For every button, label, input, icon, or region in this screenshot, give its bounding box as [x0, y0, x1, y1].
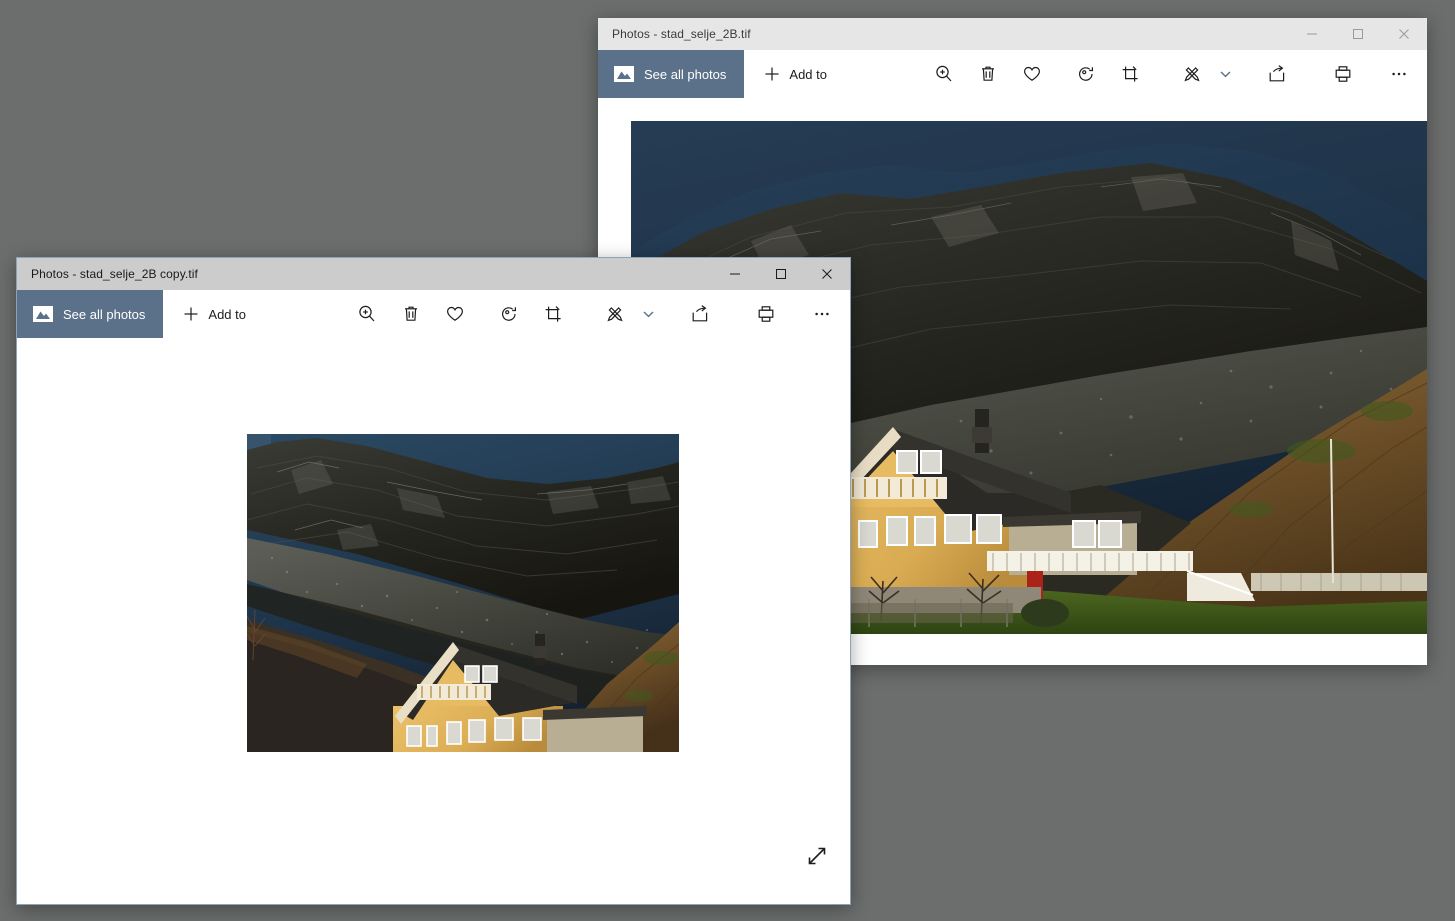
more-icon [1392, 72, 1406, 76]
see-all-photos-label: See all photos [644, 66, 727, 82]
add-to-button[interactable]: Add to [163, 290, 260, 338]
photos-library-icon [33, 306, 53, 322]
chevron-down-icon [1220, 71, 1231, 78]
photo-artwork [247, 434, 679, 752]
edit-create-icon [1184, 67, 1200, 82]
print-icon [758, 306, 774, 322]
zoom-icon [359, 305, 375, 322]
share-icon [692, 305, 708, 322]
edit-create-icon [607, 307, 623, 322]
share-button[interactable] [678, 290, 722, 338]
print-icon [1335, 66, 1351, 82]
see-all-photos-label: See all photos [63, 306, 146, 322]
window-title: Photos - stad_selje_2B.tif [612, 27, 751, 41]
maximize-icon [776, 269, 786, 279]
close-button[interactable] [1381, 18, 1427, 50]
maximize-button[interactable] [758, 258, 804, 290]
zoom-icon [936, 65, 952, 82]
zoom-button[interactable] [345, 290, 389, 338]
plus-icon [184, 307, 198, 321]
more-button[interactable] [1377, 50, 1421, 98]
close-icon [822, 269, 832, 279]
plus-icon [765, 67, 779, 81]
maximize-button[interactable] [1335, 18, 1381, 50]
crop-button[interactable] [531, 290, 575, 338]
zoom-button[interactable] [922, 50, 966, 98]
photo-image-front[interactable] [247, 434, 679, 752]
favorite-button[interactable] [1010, 50, 1054, 98]
rotate-icon [502, 307, 516, 321]
rotate-button[interactable] [487, 290, 531, 338]
edit-create-chevron[interactable] [1218, 50, 1231, 98]
add-to-label: Add to [789, 66, 827, 82]
close-button[interactable] [804, 258, 850, 290]
toolbar-back: See all photos Add to [598, 50, 1427, 98]
delete-button[interactable] [389, 290, 433, 338]
crop-icon [1122, 66, 1138, 82]
expand-button-front[interactable] [800, 839, 834, 873]
share-button[interactable] [1255, 50, 1299, 98]
window-controls [1289, 18, 1427, 50]
delete-icon [982, 66, 994, 81]
expand-icon [808, 847, 826, 865]
crop-icon [545, 306, 561, 322]
titlebar-back[interactable]: Photos - stad_selje_2B.tif [598, 18, 1427, 50]
edit-create-chevron[interactable] [641, 290, 654, 338]
crop-button[interactable] [1108, 50, 1152, 98]
photo-viewer-front[interactable] [17, 338, 850, 904]
window-title: Photos - stad_selje_2B copy.tif [31, 267, 198, 281]
window-controls [712, 258, 850, 290]
toolbar-front: See all photos Add to [17, 290, 850, 338]
photos-library-icon [614, 66, 634, 82]
edit-create-button[interactable] [1166, 50, 1218, 98]
minimize-icon [730, 273, 740, 275]
rotate-icon [1079, 67, 1093, 81]
more-icon [815, 312, 829, 316]
maximize-icon [1353, 29, 1363, 39]
chevron-down-icon [643, 311, 654, 318]
delete-icon [405, 306, 417, 321]
titlebar-front[interactable]: Photos - stad_selje_2B copy.tif [17, 258, 850, 290]
print-button[interactable] [1321, 50, 1365, 98]
share-icon [1269, 65, 1285, 82]
minimize-button[interactable] [1289, 18, 1335, 50]
close-icon [1399, 29, 1409, 39]
rotate-button[interactable] [1064, 50, 1108, 98]
minimize-button[interactable] [712, 258, 758, 290]
photos-window-front[interactable]: Photos - stad_selje_2B copy.tif See all … [16, 257, 851, 905]
favorite-icon [1023, 66, 1041, 81]
add-to-label: Add to [208, 306, 246, 322]
edit-create-button[interactable] [589, 290, 641, 338]
print-button[interactable] [744, 290, 788, 338]
favorite-icon [446, 306, 464, 321]
see-all-photos-button[interactable]: See all photos [598, 50, 745, 98]
minimize-icon [1307, 33, 1317, 35]
more-button[interactable] [800, 290, 844, 338]
see-all-photos-button[interactable]: See all photos [17, 290, 164, 338]
favorite-button[interactable] [433, 290, 477, 338]
delete-button[interactable] [966, 50, 1010, 98]
add-to-button[interactable]: Add to [744, 50, 841, 98]
